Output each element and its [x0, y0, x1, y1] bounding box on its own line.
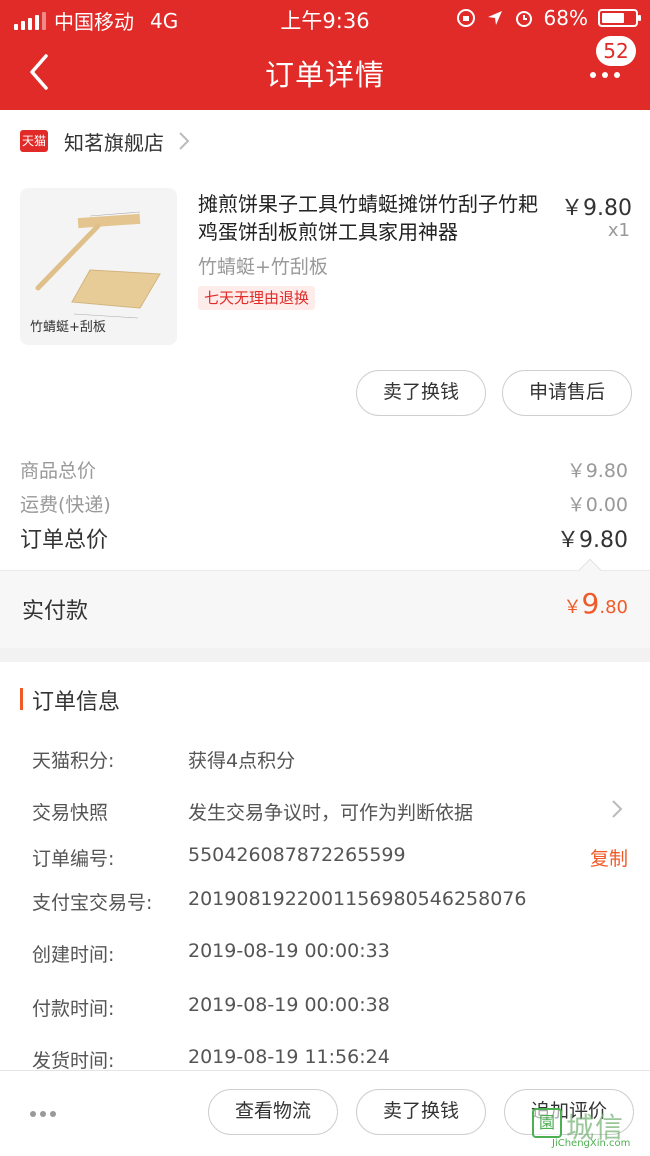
product-quantity: x1	[607, 220, 630, 241]
order-total-label: 订单总价	[20, 528, 109, 553]
paid-label: 实付款	[22, 599, 89, 624]
product-price: ￥9.80	[561, 196, 632, 221]
goods-total-row: 商品总价 ￥9.80	[20, 456, 628, 483]
shipped-time-value: 2019-08-19 11:56:24	[188, 1046, 390, 1068]
chevron-right-icon[interactable]	[610, 798, 624, 820]
paid-currency: ￥	[563, 597, 582, 618]
order-number-value: 550426087872265599	[188, 844, 406, 866]
alipay-number-label: 支付宝交易号:	[32, 892, 153, 914]
top-header: 中国移动 4G 上午9:36 68% 订单详情 52	[0, 0, 650, 110]
product-image[interactable]: 竹蜻蜓+刮板	[20, 188, 177, 345]
watermark-glyph: 園	[532, 1108, 562, 1138]
paid-decimal: .80	[599, 597, 628, 618]
view-logistics-button[interactable]: 查看物流	[208, 1089, 338, 1135]
order-total-row: 订单总价 ￥9.80	[20, 522, 628, 554]
paid-integer: 9	[581, 587, 600, 620]
paid-time-label: 付款时间:	[32, 998, 115, 1020]
paid-section: 实付款 ￥9.80	[0, 558, 650, 648]
shipping-row: 运费(快递) ￥0.00	[20, 490, 628, 517]
battery-icon	[598, 9, 641, 27]
shipping-label: 运费(快递)	[20, 494, 111, 516]
copy-button[interactable]: 复制	[590, 844, 628, 871]
alarm-icon	[515, 11, 532, 27]
order-total-value: ￥9.80	[557, 528, 628, 553]
status-bar: 中国移动 4G 上午9:36 68%	[0, 0, 650, 36]
product-image-caption: 竹蜻蜓+刮板	[30, 320, 106, 335]
status-right: 68%	[456, 6, 641, 30]
product-sku: 竹蜻蜓+竹刮板	[198, 256, 328, 278]
shipped-time-label: 发货时间:	[32, 1050, 115, 1072]
points-value: 获得4点积分	[188, 750, 296, 772]
message-count-badge: 52	[596, 36, 636, 66]
snapshot-label[interactable]: 交易快照	[32, 798, 108, 825]
goods-total-label: 商品总价	[20, 460, 97, 482]
order-info-title: 订单信息	[32, 690, 121, 715]
sell-button[interactable]: 卖了换钱	[356, 370, 486, 416]
more-icon	[590, 72, 620, 78]
rotation-lock-icon	[456, 9, 475, 27]
alipay-number-value: 2019081922001156980546258076	[188, 888, 527, 910]
paid-amount: ￥9.80	[564, 587, 628, 620]
order-number-label: 订单编号:	[32, 848, 115, 870]
location-icon	[487, 11, 502, 25]
page-title: 订单详情	[264, 58, 385, 92]
points-label: 天猫积分:	[32, 750, 115, 772]
created-time-value: 2019-08-19 00:00:33	[188, 940, 390, 962]
chevron-right-icon	[179, 132, 190, 150]
after-sale-button[interactable]: 申请售后	[502, 370, 632, 416]
site-watermark: 園 城信 JiChengXin.com	[532, 1104, 642, 1154]
store-name: 知茗旗舰店	[64, 130, 164, 155]
battery-percent: 68%	[543, 6, 588, 30]
order-info-card: 订单信息 天猫积分: 获得4点积分 交易快照 发生交易争议时，可作为判断依据 订…	[0, 662, 650, 1082]
snapshot-value[interactable]: 发生交易争议时，可作为判断依据	[188, 798, 473, 825]
paid-time-value: 2019-08-19 00:00:38	[188, 994, 390, 1016]
tmall-logo: 天猫	[20, 130, 48, 152]
product-name[interactable]: 摊煎饼果子工具竹蜻蜓摊饼竹刮子竹耙鸡蛋饼刮板煎饼工具家用神器	[198, 190, 550, 246]
watermark-url: JiChengXin.com	[552, 1138, 631, 1149]
shipping-value: ￥0.00	[566, 494, 628, 516]
more-actions-icon[interactable]	[30, 1111, 56, 1117]
created-time-label: 创建时间:	[32, 944, 115, 966]
section-accent-bar	[20, 688, 23, 710]
store-row[interactable]: 天猫 知茗旗舰店	[20, 126, 192, 156]
product-card: 天猫 知茗旗舰店 竹蜻蜓+刮板 摊煎饼果子工具竹蜻蜓摊饼竹刮子竹耙鸡蛋饼刮板煎饼…	[0, 110, 650, 570]
bottom-sell-button[interactable]: 卖了换钱	[356, 1089, 486, 1135]
goods-total-value: ￥9.80	[566, 460, 628, 482]
return-policy-tag: 七天无理由退换	[198, 286, 316, 310]
